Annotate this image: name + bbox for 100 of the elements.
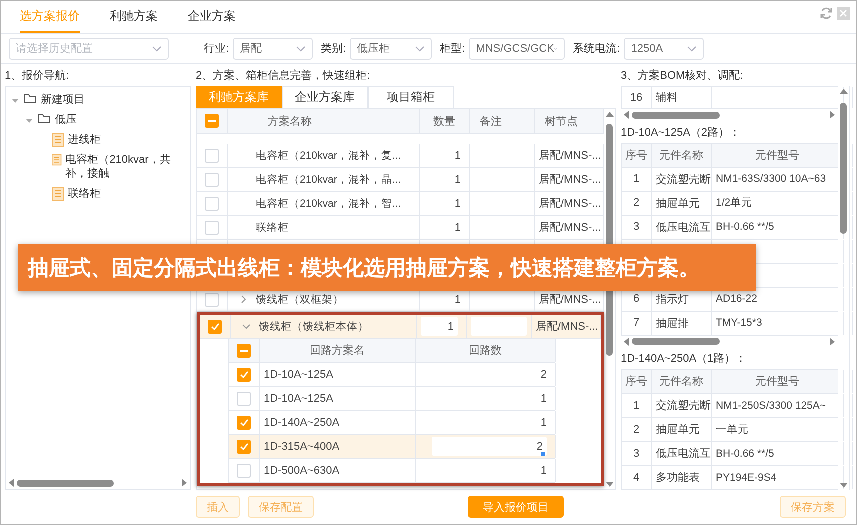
checkbox[interactable] bbox=[237, 464, 251, 478]
tree-node-path: 居配/MNS-... bbox=[539, 149, 602, 163]
tree-item[interactable]: 电容柜（210kvar，共补，接触 bbox=[66, 153, 186, 181]
caret-down-icon[interactable] bbox=[26, 116, 32, 124]
filter-label: 类别: bbox=[321, 42, 346, 56]
checkbox[interactable] bbox=[237, 344, 251, 358]
column-header: 树节点 bbox=[545, 114, 578, 128]
chevron-right-icon[interactable] bbox=[238, 295, 248, 304]
tree-item[interactable]: 新建项目 bbox=[41, 93, 85, 107]
chevron-down-icon bbox=[296, 46, 306, 52]
close-icon[interactable] bbox=[837, 6, 850, 20]
tab[interactable]: 企业方案库 bbox=[282, 86, 368, 108]
filter-select[interactable]: MNS/GCS/GCK bbox=[469, 38, 566, 60]
checkbox[interactable] bbox=[237, 368, 251, 382]
checkbox[interactable] bbox=[205, 114, 219, 128]
quantity: 1 bbox=[454, 150, 461, 162]
part-name: 指示灯 bbox=[656, 292, 689, 306]
chevron-down-icon[interactable] bbox=[242, 322, 250, 331]
part-name: 交流塑壳断 bbox=[656, 398, 711, 413]
part-model: NM1-250S/3300 125A~ bbox=[716, 400, 826, 412]
tree-item[interactable]: 进线柜 bbox=[68, 133, 101, 147]
row-number: 1 bbox=[633, 400, 640, 412]
row-number: 4 bbox=[633, 472, 640, 484]
checkbox[interactable] bbox=[208, 320, 222, 334]
tree-node-path: 居配/MNS-... bbox=[539, 221, 602, 235]
checkbox[interactable] bbox=[237, 416, 251, 430]
cabinet-icon bbox=[52, 153, 62, 167]
checkbox[interactable] bbox=[205, 172, 219, 186]
tree-node-path: 居配/MNS-... bbox=[539, 197, 602, 211]
part-name: 交流塑壳断 bbox=[656, 172, 711, 186]
quantity: 1 bbox=[454, 174, 461, 186]
chevron-down-icon bbox=[554, 46, 558, 52]
part-model: BH-0.66 **/5 bbox=[716, 448, 774, 460]
check-icon bbox=[210, 322, 220, 330]
checkbox[interactable] bbox=[205, 148, 219, 162]
column-header: 元件名称 bbox=[660, 148, 704, 162]
tree-node-path: 居配/MNS-... bbox=[536, 320, 598, 334]
column-header: 方案名称 bbox=[268, 114, 312, 128]
column-header: 元件名称 bbox=[660, 375, 704, 389]
circuit-count: 1 bbox=[540, 392, 547, 404]
quantity-field[interactable]: 1 bbox=[421, 317, 458, 336]
part-model: 一单元 bbox=[716, 422, 749, 436]
group-title: 1D-10A~125A（2路）： bbox=[621, 126, 742, 140]
tree-item[interactable]: 低压 bbox=[55, 113, 77, 127]
chevron-down-icon bbox=[152, 46, 162, 52]
check-icon bbox=[240, 442, 248, 450]
checkbox[interactable] bbox=[205, 220, 219, 234]
tree-node-path: 居配/MNS-... bbox=[539, 173, 602, 187]
chevron-down-icon bbox=[687, 46, 698, 52]
scheme-name: 电容柜（210kvar，混补，晶... bbox=[256, 172, 402, 186]
caret-down-icon[interactable] bbox=[12, 96, 18, 104]
column-header: 元件型号 bbox=[756, 148, 800, 162]
tab[interactable]: 利驰方案 bbox=[110, 1, 158, 33]
scheme-name: 馈线柜（馈线柜本体） bbox=[259, 320, 369, 334]
part-model: TMY-15*3 bbox=[716, 317, 762, 329]
row-number: 3 bbox=[633, 448, 640, 460]
checkbox[interactable] bbox=[205, 196, 219, 210]
fill-handle-icon[interactable] bbox=[541, 452, 545, 456]
quantity: 1 bbox=[454, 222, 461, 234]
column-header: 序号 bbox=[626, 148, 648, 162]
cabinet-icon bbox=[52, 187, 64, 201]
part-name: 抽屉单元 bbox=[656, 423, 700, 437]
circuit-count-field[interactable]: 2 bbox=[432, 437, 547, 456]
remark-field[interactable] bbox=[471, 317, 527, 336]
scheme-name: 电容柜（210kvar，混补，智... bbox=[256, 196, 402, 210]
tree-node-path: 居配/MNS-... bbox=[539, 293, 602, 307]
circuit-name: 1D-10A~125A bbox=[264, 392, 334, 404]
filter-label: 系统电流: bbox=[573, 42, 620, 56]
filter-label: 行业: bbox=[204, 42, 230, 56]
circuit-name: 1D-10A~125A bbox=[264, 368, 334, 380]
scheme-name: 联络柜 bbox=[256, 220, 289, 234]
check-icon bbox=[240, 418, 248, 426]
minus-icon bbox=[208, 120, 216, 122]
quantity: 1 bbox=[454, 198, 461, 210]
folder-icon bbox=[38, 113, 51, 124]
part-name: 低压电流互 bbox=[656, 446, 711, 461]
section-heading: 1、报价导航: bbox=[5, 68, 70, 84]
tab[interactable]: 项目箱柜 bbox=[368, 86, 454, 108]
folder-icon bbox=[24, 93, 37, 104]
refresh-icon[interactable] bbox=[820, 6, 833, 20]
checkbox[interactable] bbox=[237, 440, 251, 454]
filter-select[interactable]: 1250A bbox=[624, 38, 704, 60]
column-header: 备注 bbox=[480, 114, 502, 128]
quantity: 1 bbox=[454, 294, 461, 306]
part-name: 低压电流互 bbox=[656, 220, 711, 234]
tree-item[interactable]: 联络柜 bbox=[68, 187, 101, 201]
part-model: 1/2单元 bbox=[716, 196, 753, 210]
checkbox[interactable] bbox=[205, 292, 219, 306]
checkbox[interactable] bbox=[237, 392, 251, 406]
caption-banner: 抽屉式、固定分隔式出线柜：模块化选用抽屉方案，快速搭建整柜方案。 bbox=[18, 244, 756, 291]
circuit-count: 2 bbox=[540, 368, 547, 380]
part-name: 抽屉排 bbox=[656, 316, 689, 330]
part-model: BH-0.66 **/5 bbox=[716, 221, 774, 233]
tab[interactable]: 企业方案 bbox=[188, 1, 236, 33]
circuit-count: 1 bbox=[540, 464, 547, 476]
filter-select[interactable]: 低压柜 bbox=[350, 38, 432, 60]
row-number: 3 bbox=[633, 221, 640, 233]
filter-select[interactable]: 居配 bbox=[233, 38, 314, 60]
column-header: 元件型号 bbox=[756, 375, 800, 389]
part-model: PY194E-9S4 bbox=[716, 472, 777, 484]
